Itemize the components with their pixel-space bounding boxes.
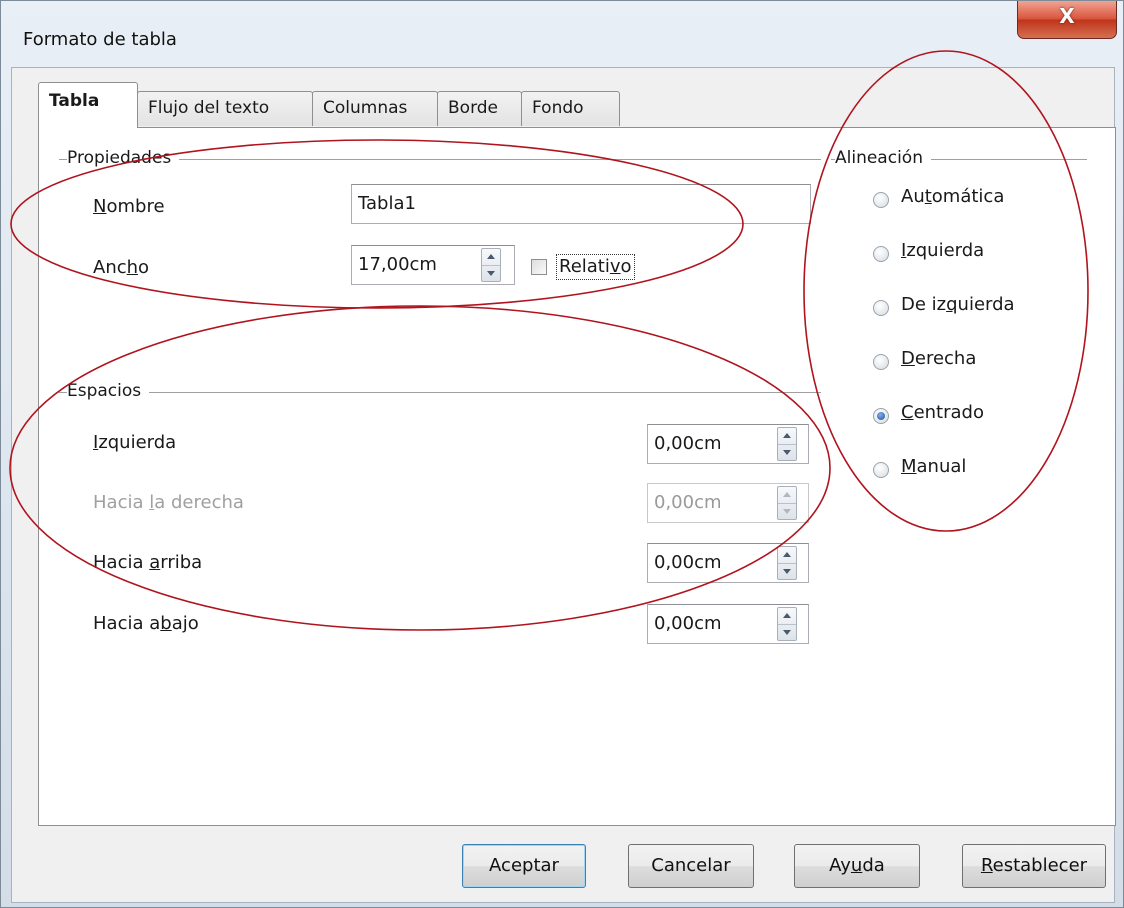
stepper-down-icon: [783, 569, 791, 574]
radio-centrado[interactable]: [873, 408, 889, 424]
tab-borde[interactable]: Borde: [437, 91, 522, 126]
stepper-up-icon: [783, 552, 791, 557]
de-izquierda-label[interactable]: De izquierda: [901, 294, 1015, 315]
izquierda-stepper[interactable]: [777, 427, 797, 461]
tab-columnas[interactable]: Columnas: [312, 91, 438, 126]
derecha-label[interactable]: Derecha: [901, 348, 976, 369]
radio-derecha[interactable]: [873, 354, 889, 370]
hacia-la-derecha-stepper: [777, 486, 797, 520]
restablecer-button[interactable]: Restablecer: [962, 844, 1106, 888]
ayuda-button[interactable]: Ayuda: [794, 844, 920, 888]
hacia-abajo-label: Hacia abajo: [93, 613, 199, 634]
stepper-down-icon: [487, 271, 495, 276]
aceptar-button[interactable]: Aceptar: [462, 844, 586, 888]
close-icon: X: [1059, 4, 1075, 28]
nombre-input[interactable]: Tabla1: [351, 184, 811, 224]
alineacion-heading: Alineación: [835, 148, 931, 168]
relativo-label[interactable]: Relativo: [556, 254, 635, 280]
stepper-down-icon: [783, 630, 791, 635]
hacia-arriba-stepper[interactable]: [777, 546, 797, 580]
cancelar-button[interactable]: Cancelar: [628, 844, 754, 888]
close-button[interactable]: X: [1017, 1, 1117, 39]
espacios-heading: Espacios: [67, 381, 150, 401]
stepper-up-icon: [783, 613, 791, 618]
hacia-arriba-label: Hacia arriba: [93, 552, 203, 573]
izquierda-label: Izquierda: [93, 432, 177, 453]
automatica-label[interactable]: Automática: [901, 186, 1004, 207]
tab-tabla[interactable]: Tabla: [38, 82, 138, 128]
radio-de-izquierda[interactable]: [873, 300, 889, 316]
propiedades-heading: Propiedades: [67, 148, 180, 168]
radio-automatica[interactable]: [873, 192, 889, 208]
stepper-up-icon: [487, 254, 495, 259]
window-title: Formato de tabla: [23, 29, 177, 50]
relativo-checkbox[interactable]: [531, 259, 547, 275]
tab-flujo-del-texto[interactable]: Flujo del texto: [137, 91, 313, 126]
dialog-window: Formato de tabla X Tabla Flujo del texto…: [0, 0, 1124, 908]
tab-panel-tabla: Propiedades Nombre Tabla1 Ancho 17,00cm …: [38, 127, 1116, 826]
hacia-la-derecha-label: Hacia la derecha: [93, 492, 244, 513]
centrado-label[interactable]: Centrado: [901, 402, 984, 423]
manual-label[interactable]: Manual: [901, 456, 966, 477]
radio-izquierda[interactable]: [873, 246, 889, 262]
stepper-down-icon: [783, 509, 791, 514]
tab-fondo[interactable]: Fondo: [521, 91, 620, 126]
nombre-label: Nombre: [93, 196, 165, 217]
espacios-divider: [59, 392, 821, 393]
ancho-stepper[interactable]: [481, 248, 501, 282]
izquierda-align-label[interactable]: Izquierda: [901, 240, 984, 261]
hacia-abajo-stepper[interactable]: [777, 607, 797, 641]
stepper-up-icon: [783, 492, 791, 497]
ancho-label: Ancho: [93, 257, 150, 278]
stepper-up-icon: [783, 433, 791, 438]
radio-manual[interactable]: [873, 462, 889, 478]
dialog-client: Tabla Flujo del texto Columnas Borde Fon…: [11, 67, 1116, 903]
stepper-down-icon: [783, 450, 791, 455]
